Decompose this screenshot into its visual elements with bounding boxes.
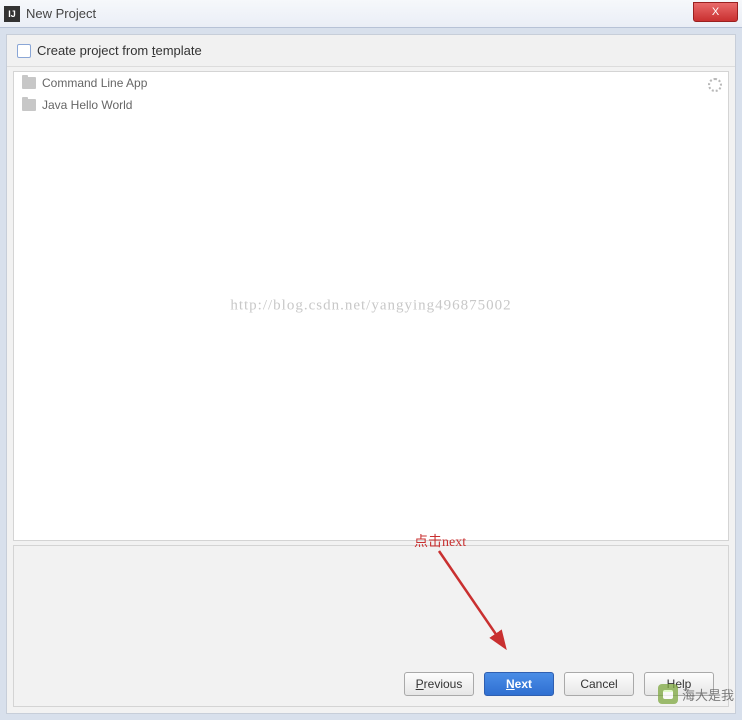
list-item-label: Command Line App	[42, 76, 147, 90]
titlebar: IJ New Project X	[0, 0, 742, 28]
loading-icon	[708, 78, 722, 92]
cancel-button[interactable]: Cancel	[564, 672, 634, 696]
app-icon: IJ	[4, 6, 20, 22]
template-header: Create project from template	[7, 35, 735, 67]
list-item-label: Java Hello World	[42, 98, 132, 112]
list-item[interactable]: Command Line App	[14, 72, 728, 94]
template-list: Command Line App Java Hello World http:/…	[13, 71, 729, 541]
window-body: Create project from template Command Lin…	[6, 34, 736, 714]
next-button[interactable]: Next	[484, 672, 554, 696]
create-from-template-checkbox[interactable]	[17, 44, 31, 58]
corner-watermark: 海大是我	[658, 684, 734, 704]
close-button[interactable]: X	[693, 2, 738, 22]
window-title: New Project	[26, 6, 96, 21]
previous-button[interactable]: Previous	[404, 672, 474, 696]
create-from-template-label: Create project from template	[37, 43, 202, 58]
close-icon: X	[712, 6, 719, 18]
folder-icon	[22, 77, 36, 89]
list-item[interactable]: Java Hello World	[14, 94, 728, 116]
annotation-text: 点击next	[414, 531, 466, 551]
folder-icon	[22, 99, 36, 111]
wechat-icon	[658, 684, 678, 704]
description-panel: 点击next Previous Next Cancel Help	[13, 545, 729, 707]
corner-watermark-text: 海大是我	[682, 685, 734, 704]
watermark-url: http://blog.csdn.net/yangying496875002	[230, 298, 511, 315]
annotation-arrow	[419, 546, 519, 656]
